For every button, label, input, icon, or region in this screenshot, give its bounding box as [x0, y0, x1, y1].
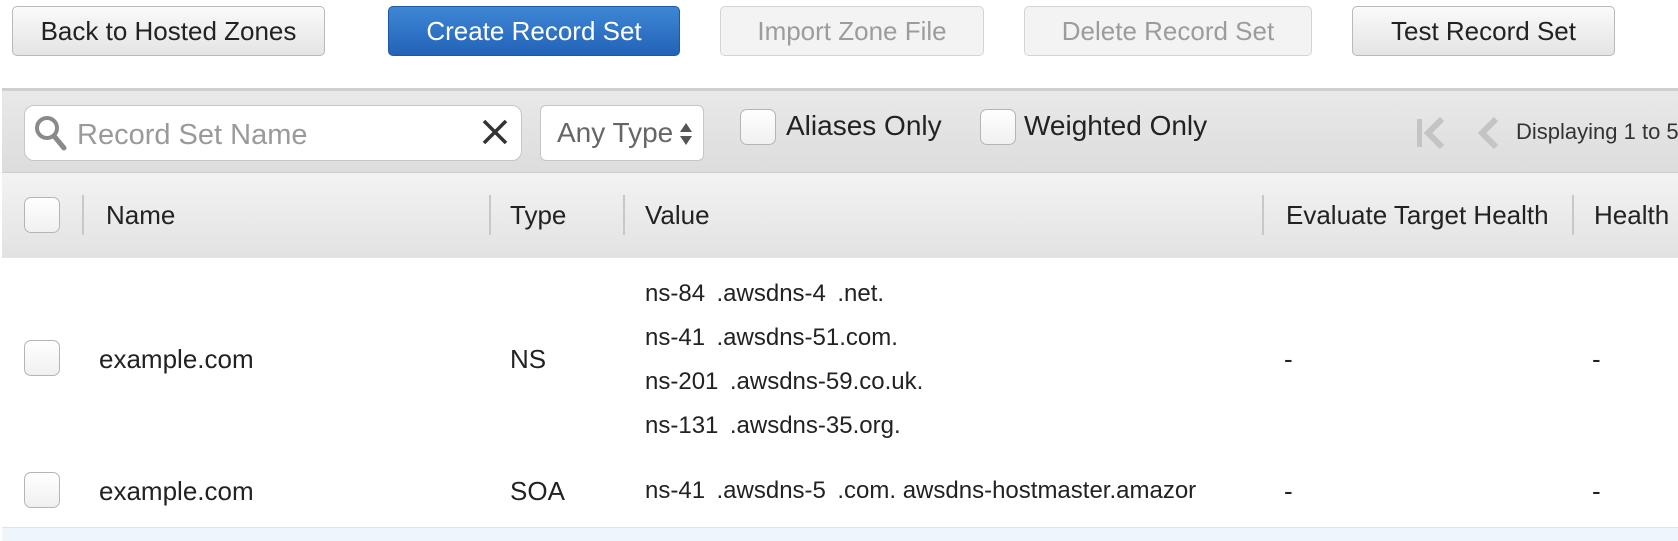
- type-select[interactable]: Any Type: [540, 105, 704, 161]
- next-row-partial: [2, 527, 1678, 541]
- column-header-value[interactable]: Value: [645, 200, 710, 231]
- record-value-line: ns-201 .awsdns-59.co.uk.: [645, 368, 924, 395]
- previous-page-icon[interactable]: [1476, 115, 1500, 151]
- toolbar: Back to Hosted Zones Create Record Set I…: [0, 0, 1678, 86]
- health-value: -: [1592, 476, 1601, 506]
- weighted-only-label: Weighted Only: [1024, 110, 1208, 141]
- column-header-evaluate-target-health[interactable]: Evaluate Target Health: [1286, 200, 1549, 231]
- pagination-text: Displaying 1 to 5: [1516, 119, 1678, 144]
- evaluate-target-health-value: -: [1284, 476, 1293, 506]
- column-header-type[interactable]: Type: [510, 200, 566, 231]
- close-icon[interactable]: [479, 116, 511, 148]
- import-zone-file-button[interactable]: Import Zone File: [720, 6, 984, 56]
- aliases-only-label: Aliases Only: [786, 110, 942, 141]
- record-name: example.com: [99, 344, 254, 374]
- filter-bar: Any Type Aliases Only Weighted Only Disp…: [2, 88, 1678, 175]
- record-type: SOA: [510, 476, 565, 506]
- record-value-line: ns-41 .awsdns-5 .com. awsdns-hostmaster.…: [645, 477, 1197, 504]
- table-row[interactable]: example.com SOA ns-41 .awsdns-5 .com. aw…: [2, 456, 1678, 528]
- column-header-health[interactable]: Health: [1594, 200, 1669, 231]
- back-to-hosted-zones-button[interactable]: Back to Hosted Zones: [12, 6, 325, 56]
- table-row[interactable]: example.com NS ns-84 .awsdns-4 .net. ns-…: [2, 258, 1678, 457]
- column-header-name[interactable]: Name: [106, 200, 175, 231]
- first-page-icon[interactable]: [1414, 115, 1448, 151]
- search-box[interactable]: [24, 105, 522, 161]
- table-header: Name Type Value Evaluate Target Health H…: [2, 172, 1678, 260]
- record-value-line: ns-84 .awsdns-4 .net.: [645, 280, 885, 307]
- evaluate-target-health-value: -: [1284, 344, 1293, 374]
- column-divider: [1262, 195, 1264, 235]
- weighted-only-checkbox[interactable]: [980, 109, 1016, 145]
- record-value-line: ns-41 .awsdns-51.com.: [645, 324, 898, 351]
- test-record-set-button[interactable]: Test Record Set: [1352, 6, 1615, 56]
- select-all-checkbox[interactable]: [24, 197, 60, 233]
- record-value-line: ns-131 .awsdns-35.org.: [645, 412, 901, 439]
- create-record-set-button[interactable]: Create Record Set: [388, 6, 680, 56]
- search-input[interactable]: [75, 114, 479, 156]
- column-divider: [623, 195, 625, 235]
- row-checkbox[interactable]: [24, 340, 60, 376]
- record-type: NS: [510, 344, 547, 374]
- search-icon: [35, 116, 67, 151]
- sort-arrows-icon: [680, 123, 692, 145]
- type-select-value: Any Type: [557, 117, 674, 148]
- column-divider: [1572, 195, 1574, 235]
- record-name: example.com: [99, 476, 254, 506]
- health-value: -: [1592, 344, 1601, 374]
- aliases-only-checkbox[interactable]: [740, 109, 776, 145]
- column-divider: [82, 195, 84, 235]
- delete-record-set-button[interactable]: Delete Record Set: [1024, 6, 1312, 56]
- row-checkbox[interactable]: [24, 472, 60, 508]
- column-divider: [489, 195, 491, 235]
